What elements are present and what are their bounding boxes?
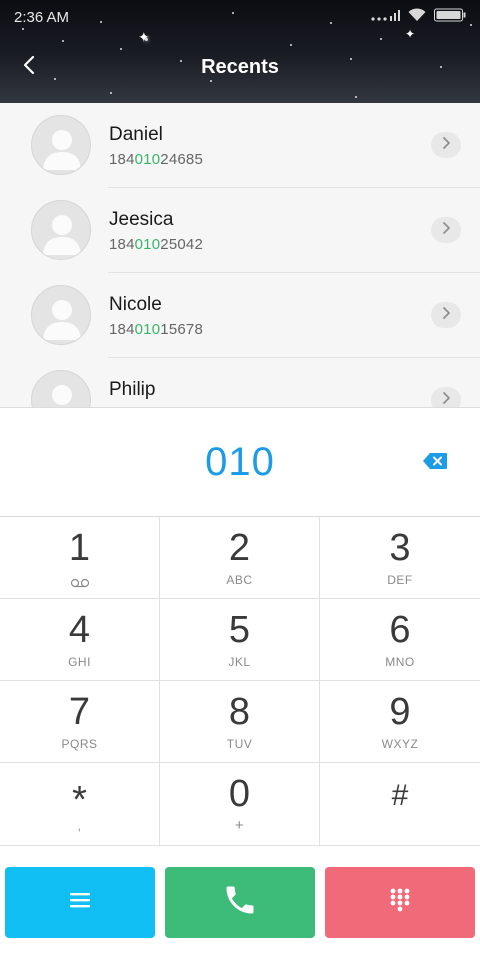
- wifi-icon: [408, 8, 426, 26]
- list-item[interactable]: Jeesica 18401025042: [0, 188, 480, 273]
- key-4[interactable]: 4 GHI: [0, 599, 160, 681]
- number-match: 010: [134, 151, 161, 168]
- avatar: [31, 370, 91, 408]
- key-digit: 0: [228, 773, 251, 815]
- status-icons: [370, 8, 466, 26]
- list-item[interactable]: Philip: [0, 358, 480, 408]
- menu-button[interactable]: [5, 867, 155, 938]
- header-bar: ✦ ✦ 2:36 AM Recents: [0, 0, 480, 103]
- key-digit: 9: [389, 691, 411, 733]
- number-display: 010: [0, 407, 480, 517]
- dialpad-icon: [389, 887, 411, 918]
- key-2[interactable]: 2 ABC: [160, 517, 320, 599]
- list-item[interactable]: Daniel 18401024685: [0, 103, 480, 188]
- key-star[interactable]: * ,: [0, 763, 160, 846]
- avatar: [31, 115, 91, 175]
- contact-name: Nicole: [109, 294, 162, 315]
- key-letters: JKL: [228, 655, 251, 669]
- key-letters: GHI: [68, 655, 91, 669]
- key-6[interactable]: 6 MNO: [320, 599, 480, 681]
- battery-icon: [434, 8, 466, 26]
- signal-icon: [370, 9, 400, 26]
- contact-detail-button[interactable]: [431, 302, 461, 328]
- key-letters: PQRS: [61, 737, 98, 751]
- contact-detail-button[interactable]: [431, 132, 461, 158]
- dialpad: 1 2 ABC 3 DEF 4 GHI 5 JKL 6 MNO 7 PQRS 8…: [0, 517, 480, 846]
- chevron-right-icon: [441, 221, 451, 240]
- key-8[interactable]: 8 TUV: [160, 681, 320, 763]
- chevron-right-icon: [441, 391, 451, 409]
- contact-detail-button[interactable]: [431, 217, 461, 243]
- key-letters: DEF: [387, 573, 413, 587]
- key-letters: ABC: [226, 573, 253, 587]
- contact-name: Philip: [109, 379, 156, 400]
- status-time: 2:36 AM: [14, 9, 70, 26]
- key-digit: 5: [228, 609, 251, 651]
- key-hash[interactable]: #: [320, 763, 480, 846]
- action-bar: [0, 846, 480, 960]
- contact-number: 18401024685: [109, 151, 203, 168]
- number-match: 010: [134, 236, 161, 253]
- status-bar: 2:36 AM: [0, 0, 480, 34]
- key-letters: TUV: [226, 737, 253, 751]
- page-title: Recents: [201, 56, 279, 78]
- contact-name: Jeesica: [109, 209, 174, 230]
- key-5[interactable]: 5 JKL: [160, 599, 320, 681]
- chevron-right-icon: [441, 306, 451, 325]
- key-digit: 3: [389, 527, 411, 569]
- key-letters: ,: [77, 819, 82, 833]
- key-digit: 8: [228, 691, 251, 733]
- key-1[interactable]: 1: [0, 517, 160, 599]
- contact-number: 18401015678: [109, 321, 203, 338]
- key-letters: MNO: [385, 655, 415, 669]
- key-digit: 7: [68, 691, 91, 733]
- menu-icon: [69, 891, 91, 914]
- recents-list: Daniel 18401024685 Jeesica 18401025042 N…: [0, 103, 480, 408]
- key-3[interactable]: 3 DEF: [320, 517, 480, 599]
- dialed-number: 010: [205, 440, 275, 484]
- key-digit: 1: [68, 527, 91, 569]
- contact-name: Daniel: [109, 124, 163, 145]
- key-0[interactable]: 0 +: [160, 763, 320, 846]
- avatar: [31, 200, 91, 260]
- list-item[interactable]: Nicole 18401015678: [0, 273, 480, 358]
- key-digit: 6: [389, 609, 411, 651]
- avatar: [31, 285, 91, 345]
- call-button[interactable]: [165, 867, 315, 938]
- key-letters: +: [234, 817, 245, 834]
- chevron-right-icon: [441, 136, 451, 155]
- key-digit: 2: [228, 527, 251, 569]
- key-7[interactable]: 7 PQRS: [0, 681, 160, 763]
- contact-number: 18401025042: [109, 236, 203, 253]
- backspace-icon: [422, 452, 448, 475]
- dialpad-toggle-button[interactable]: [325, 867, 475, 938]
- phone-icon: [222, 882, 258, 923]
- key-digit: 4: [68, 609, 91, 651]
- key-digit: #: [391, 779, 409, 812]
- key-9[interactable]: 9 WXYZ: [320, 681, 480, 763]
- contact-detail-button[interactable]: [431, 387, 461, 408]
- number-match: 010: [134, 321, 161, 338]
- key-digit: *: [72, 779, 87, 821]
- backspace-button[interactable]: [420, 448, 450, 478]
- voicemail-icon: [70, 575, 90, 593]
- key-letters: WXYZ: [381, 737, 419, 751]
